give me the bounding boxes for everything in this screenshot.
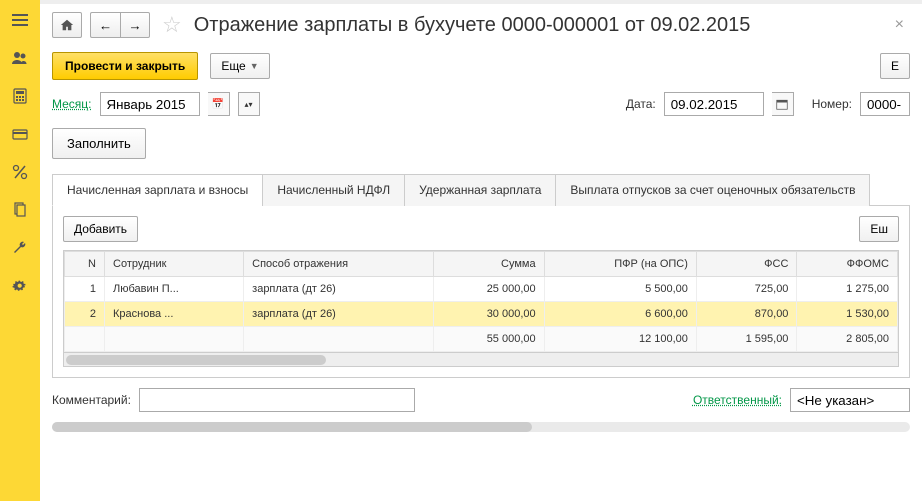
month-picker-button[interactable]: 📅	[208, 92, 230, 116]
page-horizontal-scrollbar[interactable]	[52, 422, 910, 432]
calculator-icon[interactable]	[8, 84, 32, 108]
table-row[interactable]: 1 Любавин П... зарплата (дт 26) 25 000,0…	[65, 277, 898, 302]
percent-icon[interactable]	[8, 160, 32, 184]
card-icon[interactable]	[8, 122, 32, 146]
comment-label: Комментарий:	[52, 393, 131, 407]
comment-input[interactable]	[139, 388, 415, 412]
col-pfr[interactable]: ПФР (на ОПС)	[544, 252, 696, 277]
tabs: Начисленная зарплата и взносы Начисленны…	[52, 173, 910, 206]
favorite-star-icon[interactable]: ☆	[162, 12, 182, 38]
add-button[interactable]: Добавить	[63, 216, 138, 242]
responsible-input[interactable]	[790, 388, 910, 412]
date-label: Дата:	[626, 97, 656, 111]
number-label: Номер:	[812, 97, 852, 111]
col-ffoms[interactable]: ФФОМС	[797, 252, 898, 277]
month-spinner[interactable]: ▴▾	[238, 92, 260, 116]
post-and-close-button[interactable]: Провести и закрыть	[52, 52, 198, 80]
fill-button[interactable]: Заполнить	[52, 128, 146, 159]
gear-icon[interactable]	[8, 274, 32, 298]
chevron-down-icon: ▼	[250, 61, 259, 71]
table-more-button[interactable]: Еш	[859, 216, 899, 242]
toolbar: Провести и закрыть Еще▼ Е	[40, 46, 922, 86]
users-icon[interactable]	[8, 46, 32, 70]
col-fss[interactable]: ФСС	[696, 252, 797, 277]
number-input[interactable]	[860, 92, 910, 116]
month-input[interactable]	[100, 92, 200, 116]
col-n[interactable]: N	[65, 252, 105, 277]
more-right-button[interactable]: Е	[880, 53, 910, 79]
footer: Комментарий: Ответственный:	[40, 378, 922, 422]
date-input[interactable]	[664, 92, 764, 116]
tab-content: Добавить Еш N Сотрудник Способ отражения…	[52, 206, 910, 378]
responsible-label[interactable]: Ответственный:	[693, 393, 782, 407]
header: ← → ☆ Отражение зарплаты в бухучете 0000…	[40, 4, 922, 46]
menu-icon[interactable]	[8, 8, 32, 32]
col-method[interactable]: Способ отражения	[244, 252, 434, 277]
col-sum[interactable]: Сумма	[433, 252, 544, 277]
forward-button[interactable]: →	[120, 12, 150, 38]
wrench-icon[interactable]	[8, 236, 32, 260]
col-employee[interactable]: Сотрудник	[105, 252, 244, 277]
calendar-button[interactable]	[772, 92, 794, 116]
salary-table: N Сотрудник Способ отражения Сумма ПФР (…	[63, 250, 899, 367]
field-row-1: Месяц: 📅 ▴▾ Дата: Номер:	[40, 86, 922, 122]
tab-vacation-payouts[interactable]: Выплата отпусков за счет оценочных обяза…	[555, 174, 870, 206]
page-title: Отражение зарплаты в бухучете 0000-00000…	[194, 14, 881, 37]
documents-icon[interactable]	[8, 198, 32, 222]
sidebar	[0, 0, 40, 501]
main-panel: ← → ☆ Отражение зарплаты в бухучете 0000…	[40, 0, 922, 501]
back-button[interactable]: ←	[90, 12, 120, 38]
close-icon[interactable]: ×	[889, 16, 910, 34]
tab-accrued-salary[interactable]: Начисленная зарплата и взносы	[52, 174, 263, 206]
home-button[interactable]	[52, 12, 82, 38]
table-horizontal-scrollbar[interactable]	[64, 352, 898, 366]
totals-row: 55 000,00 12 100,00 1 595,00 2 805,00	[65, 327, 898, 352]
table-row[interactable]: 2 Краснова ... зарплата (дт 26) 30 000,0…	[65, 302, 898, 327]
table-header-row: N Сотрудник Способ отражения Сумма ПФР (…	[65, 252, 898, 277]
tab-withheld-salary[interactable]: Удержанная зарплата	[404, 174, 556, 206]
tab-accrued-ndfl[interactable]: Начисленный НДФЛ	[262, 174, 405, 206]
more-button[interactable]: Еще▼	[210, 53, 269, 79]
month-label[interactable]: Месяц:	[52, 97, 92, 111]
